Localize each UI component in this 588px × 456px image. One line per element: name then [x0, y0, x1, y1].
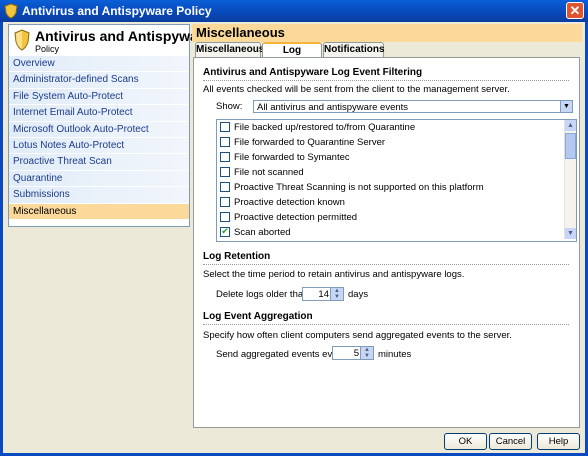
show-dropdown[interactable]: All antivirus and antispyware events ▼	[253, 100, 573, 113]
nav-item-file-system-auto-protect[interactable]: File System Auto-Protect	[9, 88, 189, 106]
delete-logs-value: 14	[318, 289, 329, 300]
section-divider	[203, 80, 569, 81]
panel-title: Miscellaneous	[192, 24, 582, 42]
event-label: File forwarded to Quarantine Server	[234, 137, 386, 148]
event-label: Proactive Threat Scanning is not support…	[234, 182, 484, 193]
event-label: Proactive detection known	[234, 197, 345, 208]
delete-logs-label: Delete logs older than:	[216, 289, 312, 300]
list-item[interactable]: File not scanned	[220, 165, 304, 180]
title-bar: Antivirus and Antispyware Policy ✕	[0, 0, 588, 22]
nav-item-administrator-defined-scans[interactable]: Administrator-defined Scans	[9, 72, 189, 89]
list-item[interactable]: ✔ Scan aborted	[220, 225, 291, 240]
retention-heading: Log Retention	[203, 251, 271, 262]
shield-icon	[4, 3, 18, 19]
nav-item-internet-email-auto-protect[interactable]: Internet Email Auto-Protect	[9, 105, 189, 122]
nav-header: Antivirus and Antispyware Policy	[9, 25, 211, 55]
list-item[interactable]: File backed up/restored to/from Quaranti…	[220, 120, 415, 135]
policy-navigation: Antivirus and Antispyware Policy Overvie…	[8, 24, 211, 227]
show-dropdown-value: All antivirus and antispyware events	[257, 102, 409, 113]
checkbox[interactable]	[220, 212, 230, 223]
window-title: Antivirus and Antispyware Policy	[22, 4, 212, 18]
nav-item-overview[interactable]: Overview	[9, 56, 189, 73]
nav-item-outlook-auto-protect[interactable]: Microsoft Outlook Auto-Protect	[9, 121, 189, 138]
event-list: File backed up/restored to/from Quaranti…	[216, 119, 577, 242]
send-events-value: 5	[353, 348, 359, 359]
filtering-heading: Antivirus and Antispyware Log Event Filt…	[203, 67, 423, 78]
aggregation-description: Specify how often client computers send …	[203, 330, 512, 341]
log-handling-page: Antivirus and Antispyware Log Event Filt…	[193, 57, 580, 428]
vertical-scrollbar[interactable]: ▲ ▼	[564, 120, 576, 239]
nav-list: Overview Administrator-defined Scans Fil…	[9, 56, 189, 220]
checkbox[interactable]	[220, 152, 230, 163]
spin-buttons[interactable]: ▲ ▼	[330, 288, 343, 300]
nav-item-proactive-threat-scan[interactable]: Proactive Threat Scan	[9, 154, 189, 171]
list-item[interactable]: Proactive Threat Scanning is not support…	[220, 180, 484, 195]
cancel-button[interactable]: Cancel	[489, 433, 532, 450]
dialog-buttons: OK Cancel Help	[192, 432, 582, 453]
list-item[interactable]: File forwarded to Symantec	[220, 150, 350, 165]
event-label: File not scanned	[234, 167, 304, 178]
event-label: File forwarded to Symantec	[234, 152, 350, 163]
list-item[interactable]: Proactive detection permitted	[220, 210, 357, 225]
close-button[interactable]: ✕	[566, 2, 584, 19]
tab-notifications[interactable]: Notifications	[323, 42, 385, 57]
send-events-label: Send aggregated events every:	[216, 349, 349, 360]
checkbox[interactable]	[220, 137, 230, 148]
scroll-thumb[interactable]	[565, 133, 576, 159]
section-divider	[203, 264, 569, 265]
nav-item-quarantine[interactable]: Quarantine	[9, 170, 189, 188]
delete-logs-stepper[interactable]: 14 ▲ ▼	[302, 287, 344, 301]
filtering-description: All events checked will be sent from the…	[203, 84, 510, 95]
checkbox[interactable]	[220, 197, 230, 208]
list-item[interactable]: File forwarded to Quarantine Server	[220, 135, 385, 150]
help-button[interactable]: Help	[537, 433, 580, 450]
nav-item-miscellaneous[interactable]: Miscellaneous	[9, 203, 189, 220]
show-label: Show:	[216, 101, 243, 112]
ok-button[interactable]: OK	[444, 433, 487, 450]
spin-down-icon[interactable]: ▼	[331, 294, 343, 300]
nav-heading: Antivirus and Antispyware	[35, 28, 212, 44]
chevron-down-icon[interactable]: ▼	[560, 101, 572, 112]
nav-item-submissions[interactable]: Submissions	[9, 187, 189, 204]
scroll-down-icon[interactable]: ▼	[565, 228, 576, 239]
send-events-stepper[interactable]: 5 ▲ ▼	[332, 346, 374, 360]
nav-subheading: Policy	[35, 44, 60, 54]
checkbox-checked[interactable]: ✔	[220, 227, 230, 238]
scroll-up-icon[interactable]: ▲	[565, 120, 576, 131]
list-item[interactable]: Proactive detection known	[220, 195, 345, 210]
days-unit-label: days	[348, 289, 369, 300]
spin-buttons[interactable]: ▲ ▼	[360, 347, 373, 359]
checkbox[interactable]	[220, 167, 230, 178]
event-label: Scan aborted	[234, 227, 291, 238]
retention-description: Select the time period to retain antivir…	[203, 269, 465, 280]
tab-miscellaneous[interactable]: Miscellaneous	[195, 42, 264, 57]
spin-down-icon[interactable]: ▼	[361, 353, 373, 359]
event-label: File backed up/restored to/from Quaranti…	[234, 122, 416, 133]
checkbox[interactable]	[220, 122, 230, 133]
minutes-unit-label: minutes	[378, 349, 412, 360]
nav-item-lotus-notes-auto-protect[interactable]: Lotus Notes Auto-Protect	[9, 137, 189, 155]
aggregation-heading: Log Event Aggregation	[203, 311, 313, 322]
event-label: Proactive detection permitted	[234, 212, 358, 223]
section-divider	[203, 324, 569, 325]
checkbox[interactable]	[220, 182, 230, 193]
shield-icon	[14, 29, 30, 51]
